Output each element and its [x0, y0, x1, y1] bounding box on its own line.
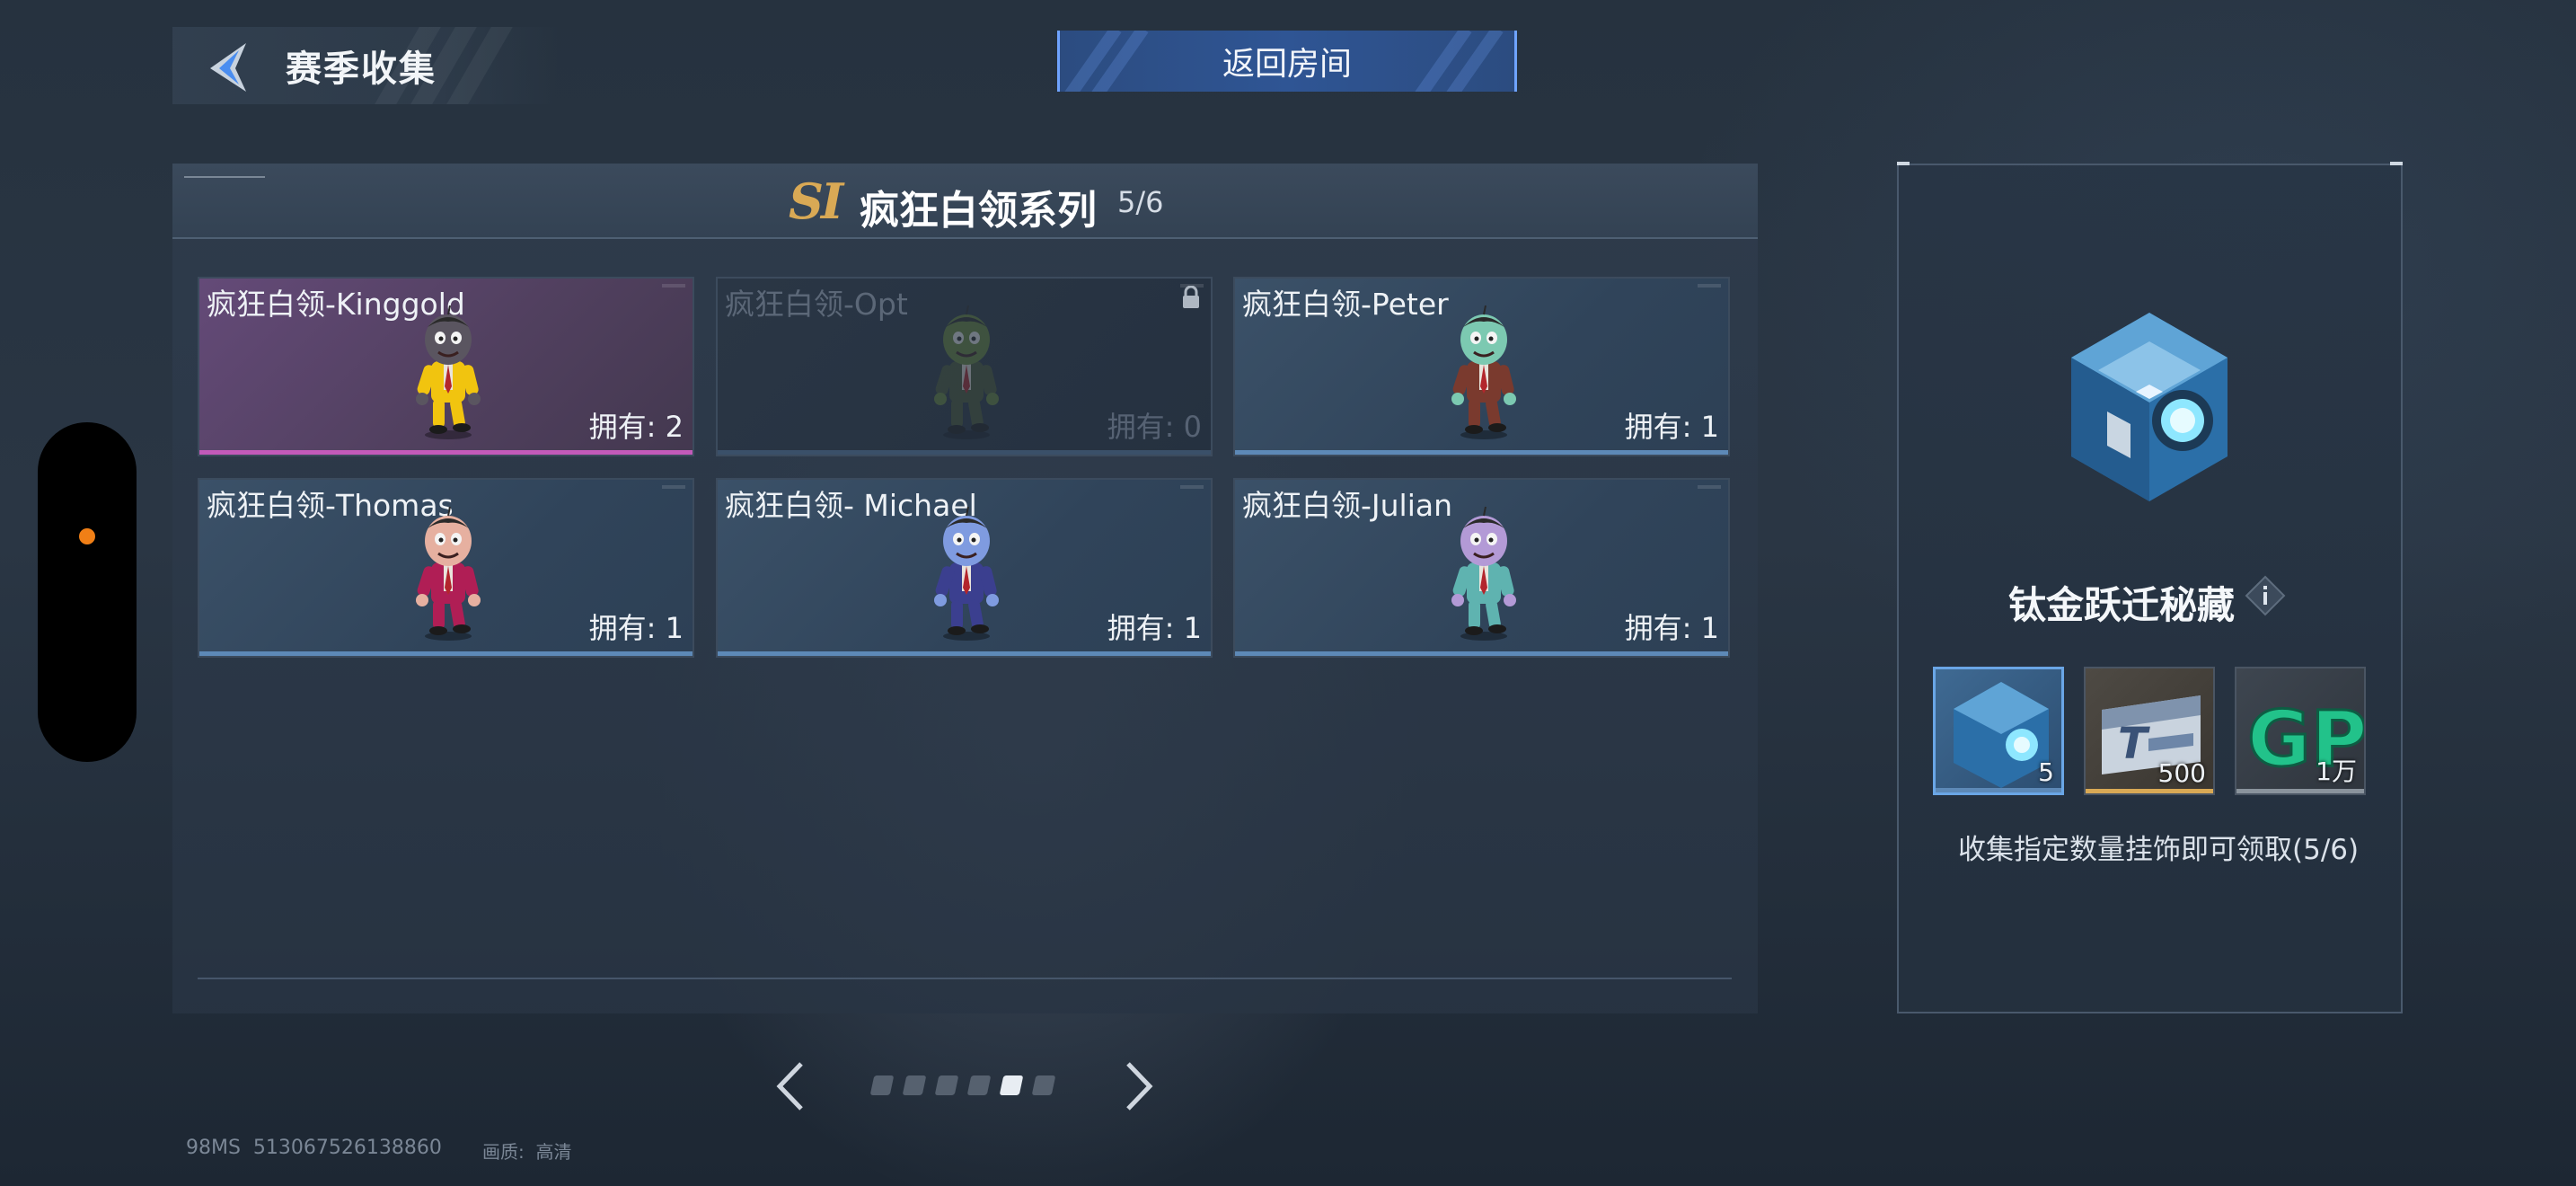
owned-count: 拥有: 1 — [1624, 410, 1719, 444]
lock-icon — [1180, 285, 1202, 309]
reward-quantity: 500 — [2157, 758, 2206, 788]
back-button[interactable] — [199, 38, 259, 97]
reward-name: 钛金跃迁秘藏 — [2008, 583, 2236, 627]
rarity-bar — [199, 450, 693, 455]
rarity-bar — [718, 651, 1211, 656]
card-corner-decoration — [1180, 485, 1204, 489]
card-corner-decoration — [1698, 284, 1721, 288]
owned-count: 拥有: 1 — [588, 611, 684, 645]
charm-figure-icon — [408, 506, 489, 642]
chevron-right-icon — [1126, 1062, 1153, 1111]
reward-item-slot[interactable]: GP 1万 — [2235, 667, 2366, 795]
return-room-label: 返回房间 — [1222, 46, 1352, 83]
prev-page-button[interactable] — [772, 1058, 808, 1114]
next-page-button[interactable] — [1121, 1058, 1157, 1114]
reward-rarity-bar — [2236, 789, 2364, 793]
charm-figure-icon — [408, 305, 489, 440]
page-dot[interactable] — [934, 1075, 959, 1095]
charm-figure-icon — [1443, 506, 1524, 642]
reward-quantity: 5 — [2038, 757, 2054, 787]
notification-dot — [79, 528, 95, 544]
reward-condition: 收集指定数量挂饰即可领取(5/6) — [1958, 834, 2360, 866]
crate-icon — [2071, 313, 2228, 501]
header-decoration — [184, 176, 265, 178]
card-corner-decoration — [662, 485, 685, 489]
reward-rarity-bar — [1936, 788, 2061, 792]
collection-card[interactable]: 疯狂白领-Kinggold 拥有: 2 — [198, 277, 694, 456]
collection-card[interactable]: 疯狂白领- Michael 拥有: 1 — [716, 478, 1213, 658]
page-dot[interactable] — [966, 1075, 992, 1095]
collection-card[interactable]: 疯狂白领-Peter 拥有: 1 — [1233, 277, 1730, 456]
card-corner-decoration — [1698, 485, 1721, 489]
rarity-bar — [1235, 450, 1728, 455]
page-title: 赛季收集 — [286, 49, 437, 90]
collection-card[interactable]: 疯狂白领-Julian 拥有: 1 — [1233, 478, 1730, 658]
page-dot[interactable] — [902, 1075, 927, 1095]
rarity-bar — [718, 450, 1211, 455]
card-corner-decoration — [662, 284, 685, 288]
owned-count: 拥有: 2 — [588, 410, 684, 444]
svg-text:T: T — [2118, 719, 2150, 769]
card-name: 疯狂白领-Opt — [725, 287, 908, 322]
rarity-bar — [1235, 651, 1728, 656]
reward-quantity: 1万 — [2316, 757, 2357, 786]
chevron-left-icon — [776, 1062, 803, 1111]
graphics-quality: 画质: 高清 — [482, 1141, 572, 1163]
series-name: 疯狂白领系列 — [860, 188, 1097, 234]
owned-count: 拥有: 1 — [1624, 611, 1719, 645]
series-progress: 5/6 — [1117, 185, 1164, 219]
charm-figure-icon — [926, 305, 1007, 440]
page-dot[interactable] — [999, 1075, 1024, 1095]
collection-card[interactable]: 疯狂白领-Opt 拥有: 0 — [716, 277, 1213, 456]
page-dot[interactable] — [1031, 1075, 1056, 1095]
ping-and-id: 98MS 513067526138860 — [186, 1137, 442, 1159]
season-logo: SI — [789, 173, 843, 230]
reward-rarity-bar — [2086, 789, 2213, 793]
side-handle[interactable] — [38, 422, 137, 762]
panel-divider — [198, 978, 1732, 979]
reward-crate-image — [2048, 305, 2251, 509]
charm-figure-icon — [926, 506, 1007, 642]
charm-figure-icon — [1443, 305, 1524, 440]
reward-item-slot[interactable]: T 500 — [2084, 667, 2215, 795]
page-dot[interactable] — [869, 1075, 895, 1095]
info-icon[interactable] — [2245, 575, 2286, 616]
card-name: 疯狂白领-Julian — [1242, 488, 1453, 523]
owned-count: 拥有: 1 — [1107, 611, 1202, 645]
owned-count: 拥有: 0 — [1107, 410, 1202, 444]
rarity-bar — [199, 651, 693, 656]
back-arrow-icon — [210, 43, 246, 92]
return-room-button[interactable]: 返回房间 — [1057, 31, 1517, 92]
reward-item-slot[interactable]: 5 — [1933, 667, 2064, 795]
card-name: 疯狂白领-Peter — [1242, 287, 1449, 322]
collection-card[interactable]: 疯狂白领-Thomas 拥有: 1 — [198, 478, 694, 658]
